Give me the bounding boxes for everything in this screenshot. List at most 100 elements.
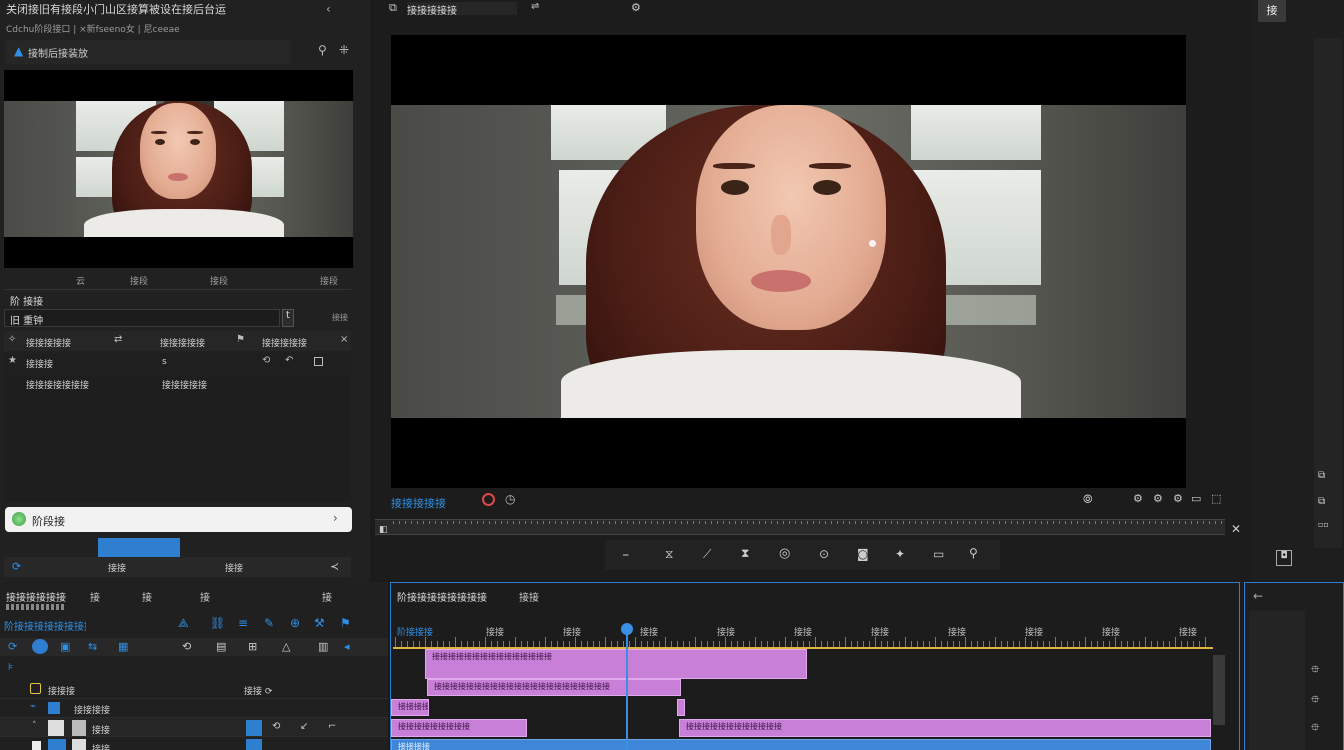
track-lock-icon[interactable]: ⊧ <box>8 662 13 673</box>
track-3-target[interactable] <box>246 720 262 736</box>
timeline-scrollbar[interactable] <box>1213 655 1225 725</box>
source-control-4[interactable]: 接段 <box>320 274 338 287</box>
track-3-mute-icon[interactable]: ↙ <box>300 721 308 732</box>
source-control-3[interactable]: 接段 <box>210 274 228 287</box>
sequence-tab-label[interactable]: 接接 <box>519 589 539 604</box>
right-tool-4[interactable]: ◘ <box>1276 550 1292 566</box>
bottom-tab-1[interactable]: 接接 <box>108 561 126 574</box>
track-4-audio-target[interactable] <box>246 739 262 750</box>
link-icon[interactable]: ⛓ <box>210 616 225 630</box>
track-2-link-icon[interactable]: ⌁ <box>30 701 36 712</box>
track-tool-10[interactable]: ▥ <box>318 640 328 653</box>
step-back-icon[interactable]: ⧗ <box>741 546 749 561</box>
bottom-tab-2[interactable]: 接接 <box>225 561 243 574</box>
bin-item-b[interactable]: 接接接接接 <box>162 378 207 391</box>
camera-icon[interactable]: ▭ <box>1191 492 1201 505</box>
tools-back-icon[interactable]: ← <box>1253 589 1263 603</box>
blue-action-button[interactable] <box>98 538 180 557</box>
sort-icon[interactable]: ✧ <box>8 334 16 345</box>
export-icon[interactable]: ▭ <box>933 547 944 561</box>
right-tool-1[interactable]: ⧉ <box>1318 470 1325 481</box>
video-clip[interactable]: 接接接接接接接接接接接接接接接接接接接接接接 <box>427 679 681 696</box>
timeline-header-3[interactable]: 接 <box>200 589 210 604</box>
program-video[interactable] <box>391 35 1186 488</box>
step-forward-icon[interactable]: ⊙ <box>819 547 829 561</box>
playhead[interactable] <box>626 629 628 750</box>
monitor-menu-icon[interactable]: ⇌ <box>531 1 539 12</box>
sequence-name[interactable]: 阶接接接接接接接接 <box>4 618 86 633</box>
swap-icon[interactable]: ⇄ <box>114 334 122 345</box>
share-icon[interactable]: ≺ <box>330 560 339 573</box>
filter-icon[interactable]: ⚑ <box>236 334 245 345</box>
lift-icon[interactable]: ⚲ <box>969 546 978 560</box>
bin-item-a[interactable]: 接接接接接接接 <box>26 378 89 391</box>
track-2-target[interactable] <box>48 702 60 714</box>
collapse-icon[interactable]: ‹ <box>326 2 331 16</box>
timeline-header-1[interactable]: 接 <box>90 589 100 604</box>
track-tool-4[interactable]: ⇆ <box>88 640 97 653</box>
track-tool-1[interactable]: ⟳ <box>8 640 17 653</box>
monitor-settings-icon[interactable]: ⚙ <box>631 1 641 14</box>
record-icon[interactable] <box>482 493 495 506</box>
star-icon[interactable]: ★ <box>8 355 17 366</box>
export-frame-icon[interactable]: ⚙ <box>1173 492 1183 505</box>
sequence-tab-title[interactable]: 阶接接接接接接接接 <box>397 589 487 604</box>
track-3-solo-icon[interactable]: ⌐ <box>328 721 336 732</box>
wrench-icon[interactable]: ⚒ <box>314 616 325 630</box>
play-icon[interactable]: ◎ <box>779 546 790 561</box>
row1-item-2[interactable]: 接接接接接 <box>160 336 205 349</box>
track-tool-7[interactable]: ▤ <box>216 640 226 653</box>
program-timecode[interactable]: 接接接接接 <box>391 495 446 511</box>
tool-selection-icon[interactable]: ⯐ <box>1311 661 1319 680</box>
search-icon[interactable]: ⚲ <box>318 43 327 57</box>
mark-in-icon[interactable]: ⎯ <box>623 548 629 562</box>
tool-track-select-icon[interactable]: ⯐ <box>1311 691 1319 710</box>
mark-out-icon[interactable]: ⧖ <box>665 547 673 562</box>
track-3-collapse-icon[interactable]: ˄ <box>32 721 37 731</box>
checkbox-icon[interactable] <box>314 357 323 366</box>
audio-clip[interactable]: 接接接接 <box>391 739 1211 750</box>
field-button[interactable]: t <box>282 309 294 327</box>
track-tool-6[interactable]: ⟲ <box>182 640 191 653</box>
track-4-target[interactable] <box>48 739 66 750</box>
video-clip[interactable] <box>677 699 685 716</box>
source-video-preview[interactable] <box>4 70 353 268</box>
name-field[interactable] <box>4 309 280 327</box>
timeline-header-4[interactable]: 接 <box>322 589 332 604</box>
bin-new-icon[interactable]: ⟳ <box>12 560 21 573</box>
video-clip[interactable]: 接接接接接接接接接接接接接接接 <box>425 649 807 679</box>
clock-icon[interactable]: ◷ <box>505 492 515 506</box>
marker-icon[interactable]: ⚙ <box>1153 492 1163 505</box>
right-tool-3[interactable]: ▫▫ <box>1318 520 1329 529</box>
razor-icon[interactable]: ⟋ <box>703 547 711 562</box>
track-tool-2[interactable] <box>32 639 48 654</box>
tool-ripple-icon[interactable]: ⯐ <box>1311 719 1319 738</box>
zoom-icon[interactable]: ⦾ <box>1083 492 1093 507</box>
row1-item-1[interactable]: 接接接接接 <box>26 336 71 349</box>
playhead-handle[interactable] <box>621 623 633 635</box>
track-3-sync-icon[interactable]: ⟲ <box>272 721 280 732</box>
edit-icon[interactable]: ✎ <box>264 616 274 630</box>
settings-track-icon[interactable]: ⚑ <box>340 616 351 630</box>
timeline-header-2[interactable]: 接 <box>142 589 152 604</box>
track-1-visibility[interactable] <box>30 683 41 694</box>
right-top-button[interactable]: 接 <box>1258 0 1286 22</box>
refresh-icon[interactable]: ⟲ <box>262 355 270 366</box>
video-clip[interactable]: 接接接接接接接接接 <box>391 719 527 737</box>
insert-icon[interactable]: ◙ <box>857 547 869 561</box>
overwrite-icon[interactable]: ✦ <box>895 547 905 561</box>
ai-search-go-icon[interactable]: › <box>333 511 338 525</box>
scrub-start-icon[interactable]: ◧ <box>379 525 388 535</box>
output-icon[interactable]: ⬚ <box>1211 492 1221 505</box>
marker-add-icon[interactable]: ≡ <box>238 616 248 630</box>
row1-item-3[interactable]: 接接接接接 <box>262 336 307 349</box>
track-tool-5[interactable]: ▦ <box>118 640 128 653</box>
track-tool-3[interactable]: ▣ <box>60 640 70 653</box>
source-control-1[interactable]: 云 <box>76 274 85 287</box>
source-control-2[interactable]: 接段 <box>130 274 148 287</box>
time-ruler[interactable]: 接接接接接接接接接接接接接接接接接接接接接接 <box>391 623 1274 647</box>
track-tool-8[interactable]: ⊞ <box>248 640 257 653</box>
undo-icon[interactable]: ↶ <box>285 355 293 366</box>
close-row-icon[interactable]: × <box>340 334 348 345</box>
video-clip[interactable]: 接接接接接 <box>391 699 429 716</box>
